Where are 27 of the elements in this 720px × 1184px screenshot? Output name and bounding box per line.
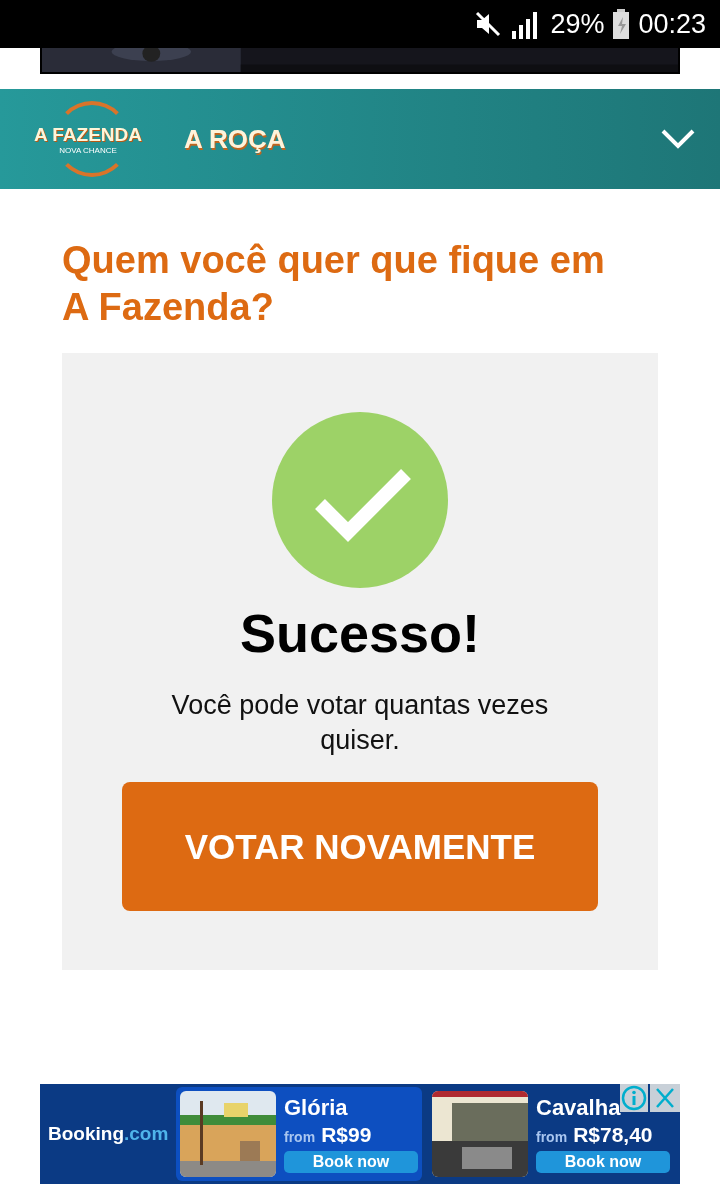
close-icon[interactable] xyxy=(650,1084,680,1112)
poll-question: Quem você quer que fique em A Fazenda? xyxy=(62,238,606,330)
hotel-city: Cavalha xyxy=(536,1095,621,1121)
success-title: Sucesso! xyxy=(239,602,481,664)
brand-name: Booking xyxy=(48,1123,124,1144)
battery-percent: 29% xyxy=(550,8,605,40)
hotel-price: R$78,40 xyxy=(573,1123,653,1147)
logo[interactable]: A FAZENDA NOVA CHANCE xyxy=(28,101,148,177)
book-now-button[interactable]: Book now xyxy=(284,1151,418,1173)
ad-banner[interactable]: Booking.com Glória from R$99 Book now Cavalha from R$78,40 Book now xyxy=(40,1084,680,1184)
success-message: Você pode votar quantas vezes quiser. xyxy=(170,689,550,757)
brand-suffix: .com xyxy=(124,1123,169,1144)
hotel-price: R$99 xyxy=(321,1123,372,1147)
hotel-offer[interactable]: Cavalha from R$78,40 Book now xyxy=(428,1087,674,1181)
hotel-offer[interactable]: Glória from R$99 Book now xyxy=(176,1087,422,1181)
chevron-down-icon[interactable] xyxy=(660,128,696,150)
vote-again-button[interactable]: VOTAR NOVAMENTE xyxy=(122,782,598,911)
mute-icon xyxy=(474,10,503,38)
checkmark-icon xyxy=(272,412,448,588)
from-label: from xyxy=(536,1129,568,1145)
clock: 00:23 xyxy=(638,8,706,40)
book-now-button[interactable]: Book now xyxy=(536,1151,670,1173)
from-label: from xyxy=(284,1129,316,1145)
info-icon[interactable] xyxy=(620,1084,648,1112)
section-link[interactable]: A ROÇA xyxy=(184,123,286,155)
hotel-city: Glória xyxy=(284,1095,348,1121)
battery-icon xyxy=(612,9,631,39)
